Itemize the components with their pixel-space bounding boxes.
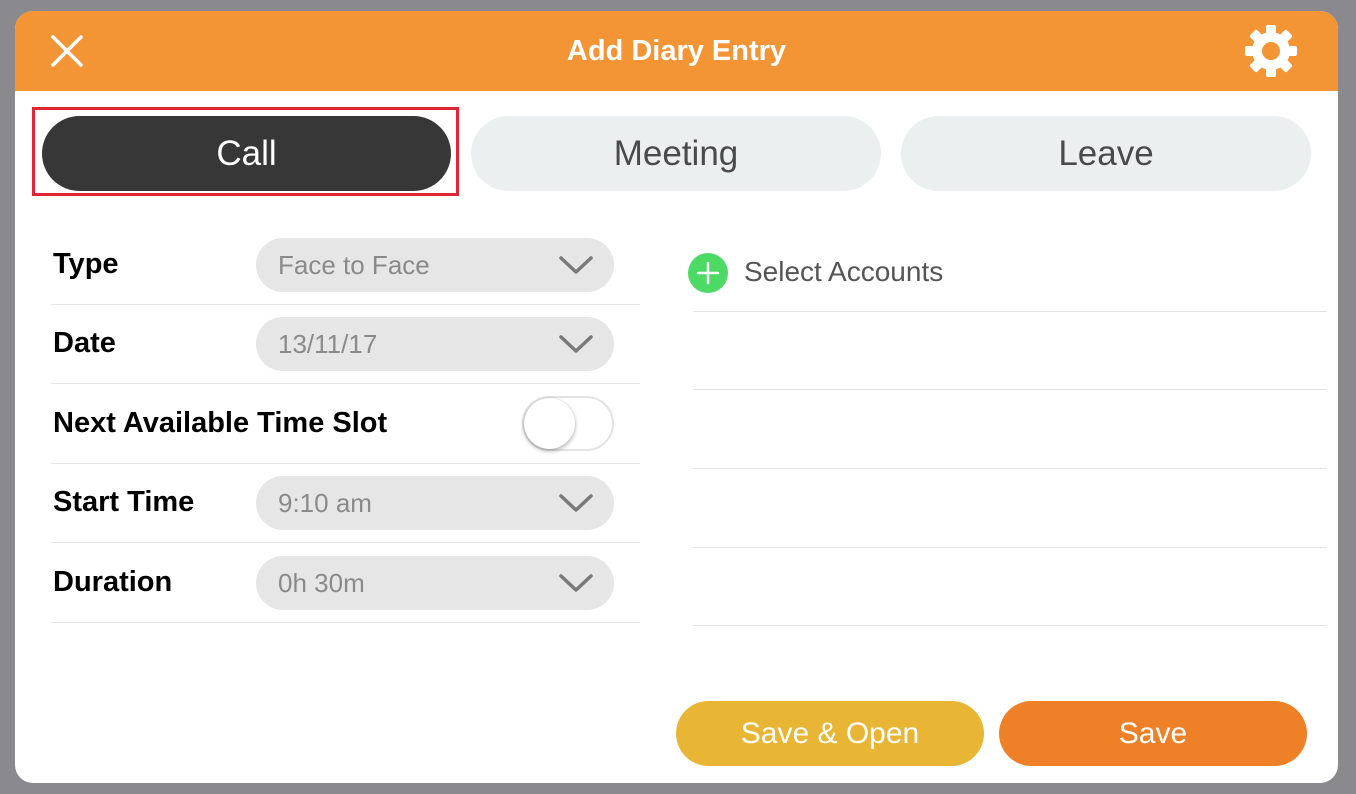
add-diary-entry-dialog: Add Diary Entry Call Meeting Leave Type … — [15, 11, 1338, 783]
chevron-down-icon — [559, 256, 593, 274]
dialog-header: Add Diary Entry — [15, 11, 1338, 91]
tab-call[interactable]: Call — [42, 116, 451, 191]
dialog-title: Add Diary Entry — [566, 35, 787, 67]
type-row: Type Face to Face — [51, 225, 640, 305]
duration-row: Duration 0h 30m — [51, 543, 640, 623]
divider — [693, 625, 1327, 626]
next-slot-label: Next Available Time Slot — [53, 407, 388, 439]
save-button[interactable]: Save — [999, 701, 1307, 766]
duration-value: 0h 30m — [278, 568, 365, 598]
toggle-knob — [524, 398, 575, 449]
divider — [693, 547, 1327, 548]
type-value: Face to Face — [278, 250, 430, 280]
chevron-down-icon — [559, 574, 593, 592]
type-label: Type — [53, 248, 119, 280]
date-row: Date 13/11/17 — [51, 304, 640, 384]
save-and-open-button[interactable]: Save & Open — [676, 701, 984, 766]
date-value: 13/11/17 — [278, 329, 378, 359]
duration-select[interactable]: 0h 30m — [256, 556, 614, 610]
select-accounts-row[interactable]: Select Accounts — [688, 233, 1327, 312]
tab-meeting[interactable]: Meeting — [471, 116, 881, 191]
start-time-label: Start Time — [53, 486, 195, 518]
start-time-row: Start Time 9:10 am — [51, 463, 640, 543]
next-slot-row: Next Available Time Slot — [51, 384, 640, 464]
tab-leave[interactable]: Leave — [901, 116, 1311, 191]
date-select[interactable]: 13/11/17 — [256, 317, 614, 371]
start-time-select[interactable]: 9:10 am — [256, 476, 614, 530]
plus-circle-icon — [688, 253, 728, 293]
type-select[interactable]: Face to Face — [256, 238, 614, 292]
duration-label: Duration — [53, 566, 173, 598]
divider — [693, 389, 1327, 390]
chevron-down-icon — [559, 335, 593, 353]
next-slot-toggle[interactable] — [522, 396, 614, 451]
date-label: Date — [53, 327, 116, 359]
gear-icon[interactable] — [1243, 23, 1299, 79]
select-accounts-label: Select Accounts — [744, 256, 944, 287]
start-time-value: 9:10 am — [278, 488, 372, 518]
chevron-down-icon — [559, 494, 593, 512]
divider — [693, 468, 1327, 469]
